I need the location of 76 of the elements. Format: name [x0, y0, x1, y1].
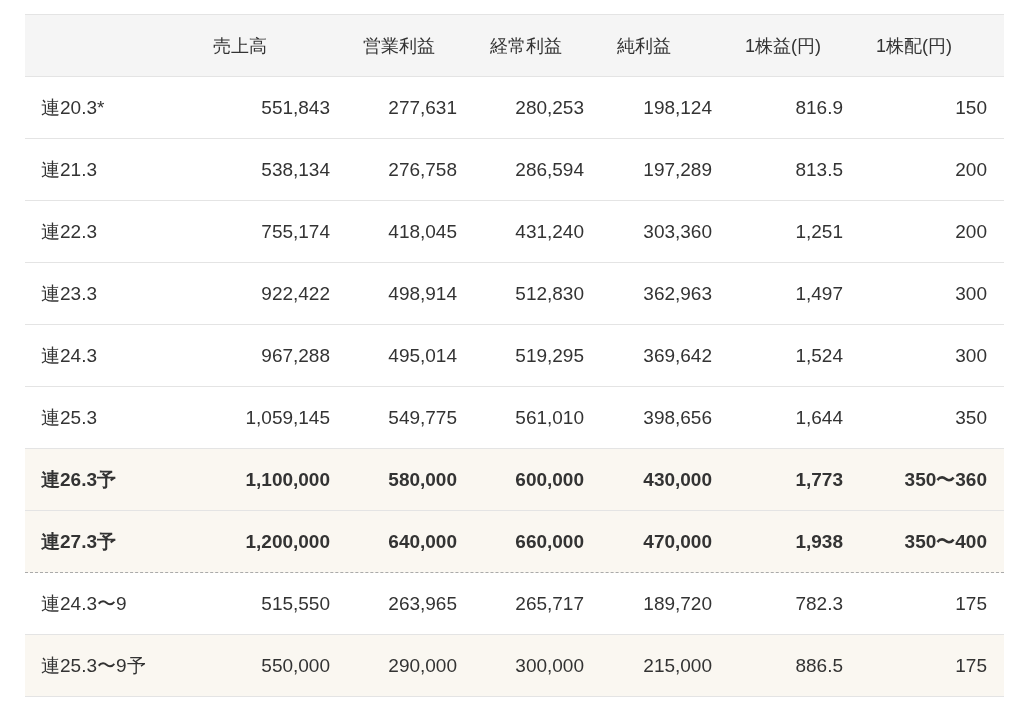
- table-cell: 1,524: [795, 344, 843, 366]
- table-cell: 300: [955, 282, 987, 304]
- table-cell: 1,938: [795, 530, 843, 552]
- row-label: 連23.3: [41, 282, 97, 304]
- table-cell: 1,497: [795, 282, 843, 304]
- table-cell: 290,000: [388, 654, 457, 676]
- table-cell: 470,000: [643, 530, 712, 552]
- table-cell: 640,000: [388, 530, 457, 552]
- table-cell: 1,773: [795, 468, 843, 490]
- table-cell: 1,059,145: [245, 406, 330, 428]
- table-cell: 967,288: [261, 344, 330, 366]
- table-cell: 430,000: [643, 468, 712, 490]
- table-cell: 303,360: [643, 220, 712, 242]
- table-cell: 498,914: [388, 282, 457, 304]
- table-cell: 550,000: [261, 654, 330, 676]
- table-cell: 886.5: [795, 654, 843, 676]
- table-cell: 286,594: [515, 158, 584, 180]
- table-cell: 755,174: [261, 220, 330, 242]
- table-cell: 198,124: [643, 96, 712, 118]
- table-cell: 782.3: [795, 592, 843, 614]
- table-cell: 813.5: [795, 158, 843, 180]
- table-cell: 398,656: [643, 406, 712, 428]
- table-cell: 519,295: [515, 344, 584, 366]
- table-cell: 150: [955, 96, 987, 118]
- row-label: 連26.3予: [41, 468, 116, 490]
- row-label: 連24.3〜9: [41, 592, 127, 614]
- column-header: 1株益(円): [745, 35, 821, 56]
- table-cell: 276,758: [388, 158, 457, 180]
- table-cell: 922,422: [261, 282, 330, 304]
- table-cell: 175: [955, 654, 987, 676]
- table-cell: 350〜360: [904, 468, 987, 490]
- table-cell: 189,720: [643, 592, 712, 614]
- column-header: 営業利益: [363, 35, 435, 56]
- table-cell: 816.9: [795, 96, 843, 118]
- table-cell: 263,965: [388, 592, 457, 614]
- table-cell: 1,644: [795, 406, 843, 428]
- row-label: 連25.3〜9予: [41, 654, 146, 676]
- table-cell: 369,642: [643, 344, 712, 366]
- table-cell: 431,240: [515, 220, 584, 242]
- column-header: 経常利益: [490, 35, 562, 56]
- row-label: 連27.3予: [41, 530, 116, 552]
- column-header: 純利益: [617, 35, 671, 56]
- table-cell: 1,100,000: [245, 468, 330, 490]
- table-cell: 350〜400: [904, 530, 987, 552]
- table-cell: 580,000: [388, 468, 457, 490]
- table-cell: 551,843: [261, 96, 330, 118]
- table-cell: 277,631: [388, 96, 457, 118]
- row-label: 連25.3: [41, 406, 97, 428]
- table-cell: 175: [955, 592, 987, 614]
- table-cell: 1,200,000: [245, 530, 330, 552]
- column-header: 1株配(円): [876, 35, 952, 56]
- table-cell: 197,289: [643, 158, 712, 180]
- table-cell: 200: [955, 220, 987, 242]
- table-cell: 265,717: [515, 592, 584, 614]
- table-cell: 660,000: [515, 530, 584, 552]
- table-cell: 515,550: [261, 592, 330, 614]
- table-cell: 561,010: [515, 406, 584, 428]
- table-cell: 280,253: [515, 96, 584, 118]
- table-cell: 300: [955, 344, 987, 366]
- table-cell: 215,000: [643, 654, 712, 676]
- row-label: 連22.3: [41, 220, 97, 242]
- row-label: 連20.3*: [41, 96, 105, 118]
- table-cell: 362,963: [643, 282, 712, 304]
- table-cell: 495,014: [388, 344, 457, 366]
- table-cell: 300,000: [515, 654, 584, 676]
- row-label: 連24.3: [41, 344, 97, 366]
- table-cell: 350: [955, 406, 987, 428]
- table-cell: 1,251: [795, 220, 843, 242]
- table-cell: 549,775: [388, 406, 457, 428]
- table-cell: 538,134: [261, 158, 330, 180]
- table-cell: 600,000: [515, 468, 584, 490]
- table-cell: 512,830: [515, 282, 584, 304]
- table-cell: 418,045: [388, 220, 457, 242]
- column-header: 売上高: [213, 35, 267, 56]
- table-cell: 200: [955, 158, 987, 180]
- row-label: 連21.3: [41, 158, 97, 180]
